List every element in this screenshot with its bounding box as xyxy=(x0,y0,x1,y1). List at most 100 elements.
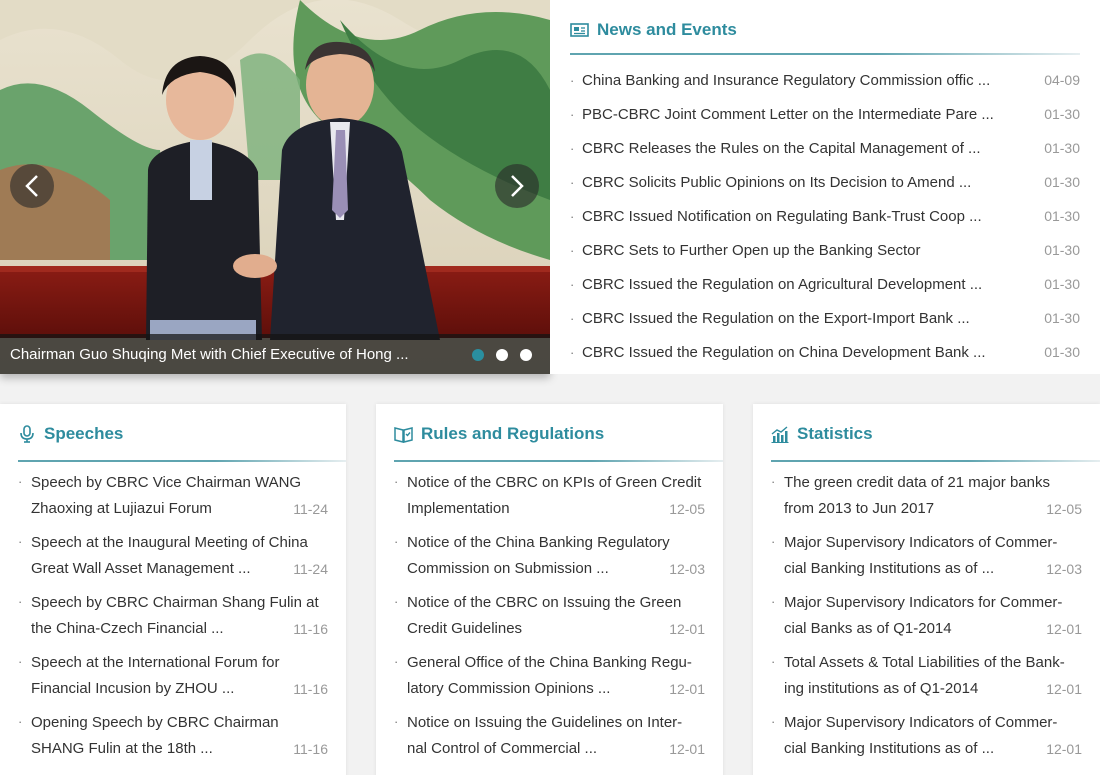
rule-title-line1[interactable]: Notice of the CBRC on KPIs of Green Cred… xyxy=(407,470,723,496)
carousel-caption-link[interactable]: Chairman Guo Shuqing Met with Chief Exec… xyxy=(10,346,450,363)
carousel-dot-2[interactable] xyxy=(496,349,508,361)
statistic-date: 12-01 xyxy=(1046,681,1082,697)
statistic-item[interactable]: · Major Supervisory Indicators of Commer-… xyxy=(771,530,1100,582)
news-item-title[interactable]: CBRC Issued the Regulation on the Export… xyxy=(582,310,1012,327)
statistic-item[interactable]: · Major Supervisory Indicators for Commer… xyxy=(771,590,1100,642)
news-item[interactable]: · China Banking and Insurance Regulatory … xyxy=(570,63,1080,97)
speech-date: 11-16 xyxy=(293,741,328,757)
news-header: News and Events xyxy=(570,0,1080,53)
speeches-header: Speeches xyxy=(18,404,346,460)
bar-chart-icon xyxy=(771,425,789,443)
news-item-date: 04-09 xyxy=(1044,72,1080,88)
speech-title-line1[interactable]: Speech at the Inaugural Meeting of China xyxy=(31,530,346,556)
news-item[interactable]: · PBC-CBRC Joint Comment Letter on the In… xyxy=(570,97,1080,131)
news-item-title[interactable]: CBRC Solicits Public Opinions on Its Dec… xyxy=(582,174,1012,191)
rule-title-line1[interactable]: General Office of the China Banking Regu… xyxy=(407,650,723,676)
rule-item[interactable]: · General Office of the China Banking Reg… xyxy=(394,650,723,702)
news-item[interactable]: · CBRC Issued the Regulation on Agricultu… xyxy=(570,267,1080,301)
statistic-title-line1[interactable]: Major Supervisory Indicators of Commer- xyxy=(784,710,1100,736)
carousel-slide-photo[interactable] xyxy=(0,0,550,374)
speeches-title[interactable]: Speeches xyxy=(44,424,123,444)
speech-title-line1[interactable]: Speech by CBRC Chairman Shang Fulin at xyxy=(31,590,346,616)
news-item[interactable]: · CBRC Issued Notification on Regulating … xyxy=(570,199,1080,233)
rule-title-line1[interactable]: Notice on Issuing the Guidelines on Inte… xyxy=(407,710,723,736)
carousel-prev-button[interactable] xyxy=(10,164,54,208)
rule-title-line1[interactable]: Notice of the China Banking Regulatory xyxy=(407,530,723,556)
news-item-date: 01-30 xyxy=(1044,344,1080,360)
statistics-panel: Statistics · The green credit data of 21 … xyxy=(753,404,1100,775)
news-events-panel: News and Events · China Banking and Insur… xyxy=(550,0,1100,374)
statistic-title-line1[interactable]: The green credit data of 21 major banks xyxy=(784,470,1100,496)
news-item-title[interactable]: CBRC Issued the Regulation on Agricultur… xyxy=(582,276,1012,293)
carousel-indicators xyxy=(472,349,532,361)
speech-item[interactable]: · Speech by CBRC Chairman Shang Fulin at t… xyxy=(18,590,346,642)
rule-item[interactable]: · Notice of the CBRC on KPIs of Green Cre… xyxy=(394,470,723,522)
statistics-divider xyxy=(771,460,1100,462)
bullet-dot: · xyxy=(394,714,399,729)
rules-title[interactable]: Rules and Regulations xyxy=(421,424,604,444)
statistic-title-line1[interactable]: Major Supervisory Indicators of Commer- xyxy=(784,530,1100,556)
statistic-title-line1[interactable]: Total Assets & Total Liabilities of the … xyxy=(784,650,1100,676)
statistics-title[interactable]: Statistics xyxy=(797,424,873,444)
bullet-dot: · xyxy=(570,310,575,326)
chevron-right-icon xyxy=(511,175,524,197)
speech-title-line1[interactable]: Speech by CBRC Vice Chairman WANG xyxy=(31,470,346,496)
speech-item[interactable]: · Opening Speech by CBRC Chairman SHANG Fu… xyxy=(18,710,346,762)
bullet-dot: · xyxy=(771,714,776,729)
news-item-title[interactable]: CBRC Releases the Rules on the Capital M… xyxy=(582,140,1012,157)
bullet-dot: · xyxy=(18,474,23,489)
speech-title-line1[interactable]: Opening Speech by CBRC Chairman xyxy=(31,710,346,736)
bullet-dot: · xyxy=(18,654,23,669)
news-item[interactable]: · CBRC Solicits Public Opinions on Its De… xyxy=(570,165,1080,199)
statistic-item[interactable]: · The green credit data of 21 major banks… xyxy=(771,470,1100,522)
news-list: · China Banking and Insurance Regulatory … xyxy=(570,63,1080,369)
news-item[interactable]: · CBRC Releases the Rules on the Capital … xyxy=(570,131,1080,165)
news-item[interactable]: · CBRC Issued the Regulation on China Dev… xyxy=(570,335,1080,369)
news-item-date: 01-30 xyxy=(1044,140,1080,156)
bullet-dot: · xyxy=(570,174,575,190)
speech-item[interactable]: · Speech at the International Forum for Fi… xyxy=(18,650,346,702)
carousel-dot-1[interactable] xyxy=(472,349,484,361)
carousel-dot-3[interactable] xyxy=(520,349,532,361)
bullet-dot: · xyxy=(570,72,575,88)
photo-carousel[interactable]: Chairman Guo Shuqing Met with Chief Exec… xyxy=(0,0,550,374)
bullet-dot: · xyxy=(771,594,776,609)
news-item[interactable]: · CBRC Issued the Regulation on the Expor… xyxy=(570,301,1080,335)
news-item-title[interactable]: CBRC Issued the Regulation on China Deve… xyxy=(582,344,1012,361)
speeches-panel: Speeches · Speech by CBRC Vice Chairman W… xyxy=(0,404,346,775)
rules-divider xyxy=(394,460,723,462)
news-item-title[interactable]: CBRC Sets to Further Open up the Banking… xyxy=(582,242,1012,259)
news-item-title[interactable]: PBC-CBRC Joint Comment Letter on the Int… xyxy=(582,106,1012,123)
carousel-caption-bar: Chairman Guo Shuqing Met with Chief Exec… xyxy=(0,334,550,374)
news-divider xyxy=(570,53,1080,55)
chevron-left-icon xyxy=(25,175,38,197)
news-item-date: 01-30 xyxy=(1044,310,1080,326)
bullet-dot: · xyxy=(771,534,776,549)
news-item[interactable]: · CBRC Sets to Further Open up the Bankin… xyxy=(570,233,1080,267)
statistic-title-line1[interactable]: Major Supervisory Indicators for Commer- xyxy=(784,590,1100,616)
rule-title-line1[interactable]: Notice of the CBRC on Issuing the Green xyxy=(407,590,723,616)
rule-item[interactable]: · Notice of the CBRC on Issuing the Green… xyxy=(394,590,723,642)
bullet-dot: · xyxy=(394,534,399,549)
news-item-date: 01-30 xyxy=(1044,242,1080,258)
speeches-divider xyxy=(18,460,346,462)
carousel-next-button[interactable] xyxy=(495,164,539,208)
rule-item[interactable]: · Notice of the China Banking Regulatory C… xyxy=(394,530,723,582)
news-item-title[interactable]: China Banking and Insurance Regulatory C… xyxy=(582,72,1012,89)
bullet-dot: · xyxy=(570,106,575,122)
bullet-dot: · xyxy=(570,276,575,292)
speech-item[interactable]: · Speech at the Inaugural Meeting of Chin… xyxy=(18,530,346,582)
news-item-title[interactable]: CBRC Issued Notification on Regulating B… xyxy=(582,208,1012,225)
news-title[interactable]: News and Events xyxy=(597,20,737,40)
bullet-dot: · xyxy=(771,474,776,489)
speech-item[interactable]: · Speech by CBRC Vice Chairman WANG Zhaoxi… xyxy=(18,470,346,522)
rule-date: 12-01 xyxy=(669,741,705,757)
rule-item[interactable]: · Notice on Issuing the Guidelines on Int… xyxy=(394,710,723,762)
bullet-dot: · xyxy=(394,654,399,669)
statistic-item[interactable]: · Major Supervisory Indicators of Commer-… xyxy=(771,710,1100,762)
speech-title-line1[interactable]: Speech at the International Forum for xyxy=(31,650,346,676)
book-icon xyxy=(394,426,413,443)
statistic-item[interactable]: · Total Assets & Total Liabilities of the… xyxy=(771,650,1100,702)
bullet-dot: · xyxy=(394,594,399,609)
rule-date: 12-01 xyxy=(669,621,705,637)
